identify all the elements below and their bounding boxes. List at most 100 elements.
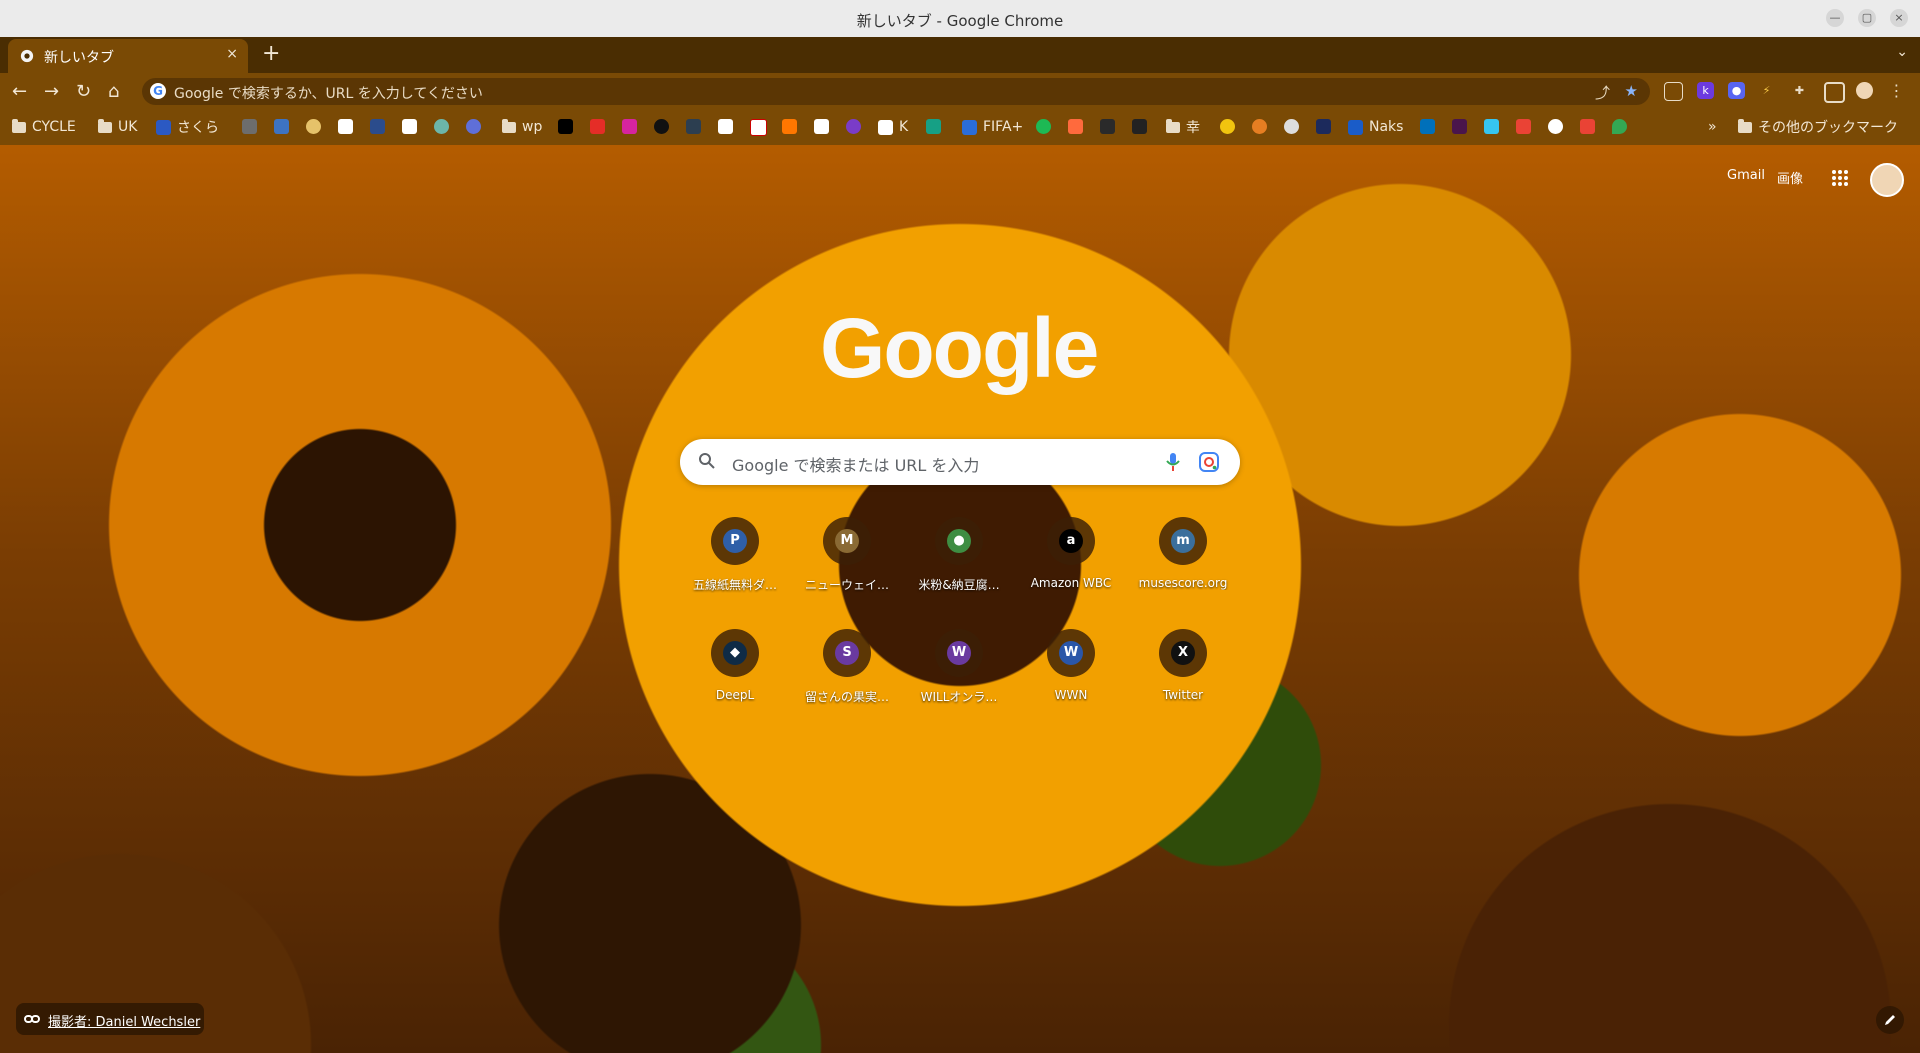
reload-icon[interactable]: ↻ [76, 81, 91, 102]
bookmark-folder-kou[interactable]: 幸 [1166, 117, 1200, 137]
folder-icon [502, 118, 516, 133]
shortcut-label: WWN [1054, 688, 1088, 702]
bookmark-sakura[interactable]: さくら [156, 117, 219, 137]
bookmark-amazon-k[interactable]: K [878, 117, 908, 137]
share-icon[interactable]: ⤴ [1595, 82, 1610, 103]
bookmark-label: 幸 [1186, 120, 1200, 136]
pdf-icon[interactable] [402, 119, 417, 134]
shortcut-label: 米粉&納豆腐… [918, 578, 1000, 592]
notion-like-icon[interactable] [242, 119, 257, 134]
shortcut-tile[interactable]: ● 米粉&納豆腐… [903, 517, 1015, 627]
close-tab-icon[interactable]: × [226, 46, 238, 62]
tab-groups-icon[interactable] [1664, 82, 1683, 101]
google-lens-icon[interactable] [1198, 451, 1220, 473]
slack-alt-icon[interactable] [1484, 119, 1499, 134]
chevron-double-right-icon: » [1708, 119, 1717, 135]
bookmark-fifa[interactable]: FIFA+ [962, 117, 1023, 137]
shortcut-icon: M [823, 517, 871, 565]
purple-app-icon[interactable] [846, 119, 861, 134]
bookmark-folder-wp[interactable]: wp [502, 117, 542, 137]
toolbar: ← → ↻ ⌂ G Google で検索するか、URL を入力してください ⤴ … [0, 73, 1920, 109]
gb-icon[interactable] [274, 119, 289, 134]
maps-icon[interactable] [1612, 119, 1627, 134]
mic-icon[interactable] [1164, 451, 1182, 473]
smile-icon[interactable] [306, 119, 321, 134]
shortcut-tile[interactable]: ◆ DeepL [679, 629, 791, 739]
clapper-icon[interactable] [1100, 119, 1115, 134]
gmail-link[interactable]: Gmail [1727, 168, 1765, 183]
forward-icon[interactable]: → [44, 81, 59, 102]
shortcut-tile[interactable]: M ニューウェイ… [791, 517, 903, 627]
music-icon[interactable] [1316, 119, 1331, 134]
bookmark-naks[interactable]: Naks [1348, 117, 1403, 137]
tab-search-button[interactable]: ⌄ [1896, 44, 1908, 60]
shortcut-tile[interactable]: W WWN [1015, 629, 1127, 739]
soundcloud-icon[interactable] [782, 119, 797, 134]
bookmark-folder-cycle[interactable]: CYCLE [12, 117, 76, 137]
x-icon[interactable] [558, 119, 573, 134]
link-icon [24, 1015, 40, 1023]
star-icon[interactable] [1220, 119, 1235, 134]
paypal-icon[interactable] [1420, 119, 1435, 134]
shortcut-tile[interactable]: P 五線紙無料ダ… [679, 517, 791, 627]
mastodon-icon[interactable] [466, 119, 481, 134]
maximize-button[interactable]: ▢ [1858, 9, 1876, 27]
account-avatar[interactable] [1870, 163, 1904, 197]
dmm-icon[interactable] [926, 119, 941, 134]
note-icon[interactable] [718, 119, 733, 134]
apps-grid-icon[interactable] [1832, 170, 1848, 186]
shortcut-tile[interactable]: X Twitter [1127, 629, 1239, 739]
new-tab-button[interactable]: + [262, 41, 280, 66]
shortcut-favicon: W [947, 641, 971, 665]
spotify-icon[interactable] [1036, 119, 1051, 134]
wwn-icon[interactable] [338, 119, 353, 134]
extension-k-icon[interactable]: k [1697, 82, 1714, 99]
key-icon[interactable] [1252, 119, 1267, 134]
tumblr-icon[interactable] [686, 119, 701, 134]
sakura-icon [156, 119, 171, 135]
shortcut-tile[interactable]: S 留さんの果実… [791, 629, 903, 739]
extensions-puzzle-icon[interactable]: ✚ [1791, 82, 1808, 99]
tab-new-tab[interactable]: 新しいタブ × [8, 39, 248, 73]
extension-chat-icon[interactable]: ● [1728, 82, 1745, 99]
slack-icon[interactable] [1452, 119, 1467, 134]
globe-icon[interactable] [1284, 119, 1299, 134]
extension-bolt-icon[interactable]: ⚡ [1758, 82, 1775, 99]
bookmark-folder-uk[interactable]: UK [98, 117, 137, 137]
youtube-icon[interactable] [590, 119, 605, 134]
gmail-icon[interactable] [1580, 119, 1595, 134]
tab-title: 新しいタブ [44, 50, 114, 66]
shortcut-favicon: W [1059, 641, 1083, 665]
rakuten-icon[interactable] [750, 119, 767, 136]
amazon-icon[interactable] [814, 119, 829, 134]
brave-icon[interactable] [1068, 119, 1083, 134]
k-blue-icon[interactable] [370, 119, 385, 134]
bookmark-star-icon[interactable]: ★ [1625, 82, 1638, 100]
threads-icon[interactable] [654, 119, 669, 134]
close-window-button[interactable]: × [1890, 9, 1908, 27]
shortcut-favicon: P [723, 529, 747, 553]
movie-icon[interactable] [1132, 119, 1147, 134]
customize-button[interactable] [1876, 1006, 1904, 1034]
bookmark-label: wp [522, 119, 543, 135]
shortcut-tile[interactable]: W WILLオンラ… [903, 629, 1015, 739]
images-link[interactable]: 画像 [1777, 168, 1803, 187]
chrome-icon [20, 49, 34, 63]
minimize-button[interactable]: — [1826, 9, 1844, 27]
shortcut-tile[interactable]: a Amazon WBC [1015, 517, 1127, 627]
chatgpt-icon[interactable] [434, 119, 449, 134]
bookmarks-overflow-button[interactable]: » [1708, 117, 1717, 137]
instagram-icon[interactable] [622, 119, 637, 134]
google-g-icon[interactable] [1548, 119, 1563, 134]
side-panel-icon[interactable] [1824, 82, 1845, 103]
address-bar[interactable]: G Google で検索するか、URL を入力してください ⤴ ★ [142, 78, 1650, 105]
search-box[interactable]: Google で検索または URL を入力 [680, 439, 1240, 485]
profile-avatar-icon[interactable] [1856, 82, 1873, 99]
chrome-menu-icon[interactable]: ⋮ [1888, 82, 1905, 99]
photo-credit[interactable]: 撮影者: Daniel Wechsler [16, 1003, 204, 1035]
back-icon[interactable]: ← [12, 81, 27, 102]
photos-icon[interactable] [1516, 119, 1531, 134]
home-icon[interactable]: ⌂ [108, 81, 119, 102]
bookmark-other[interactable]: その他のブックマーク [1738, 117, 1898, 137]
shortcut-tile[interactable]: m musescore.org [1127, 517, 1239, 627]
